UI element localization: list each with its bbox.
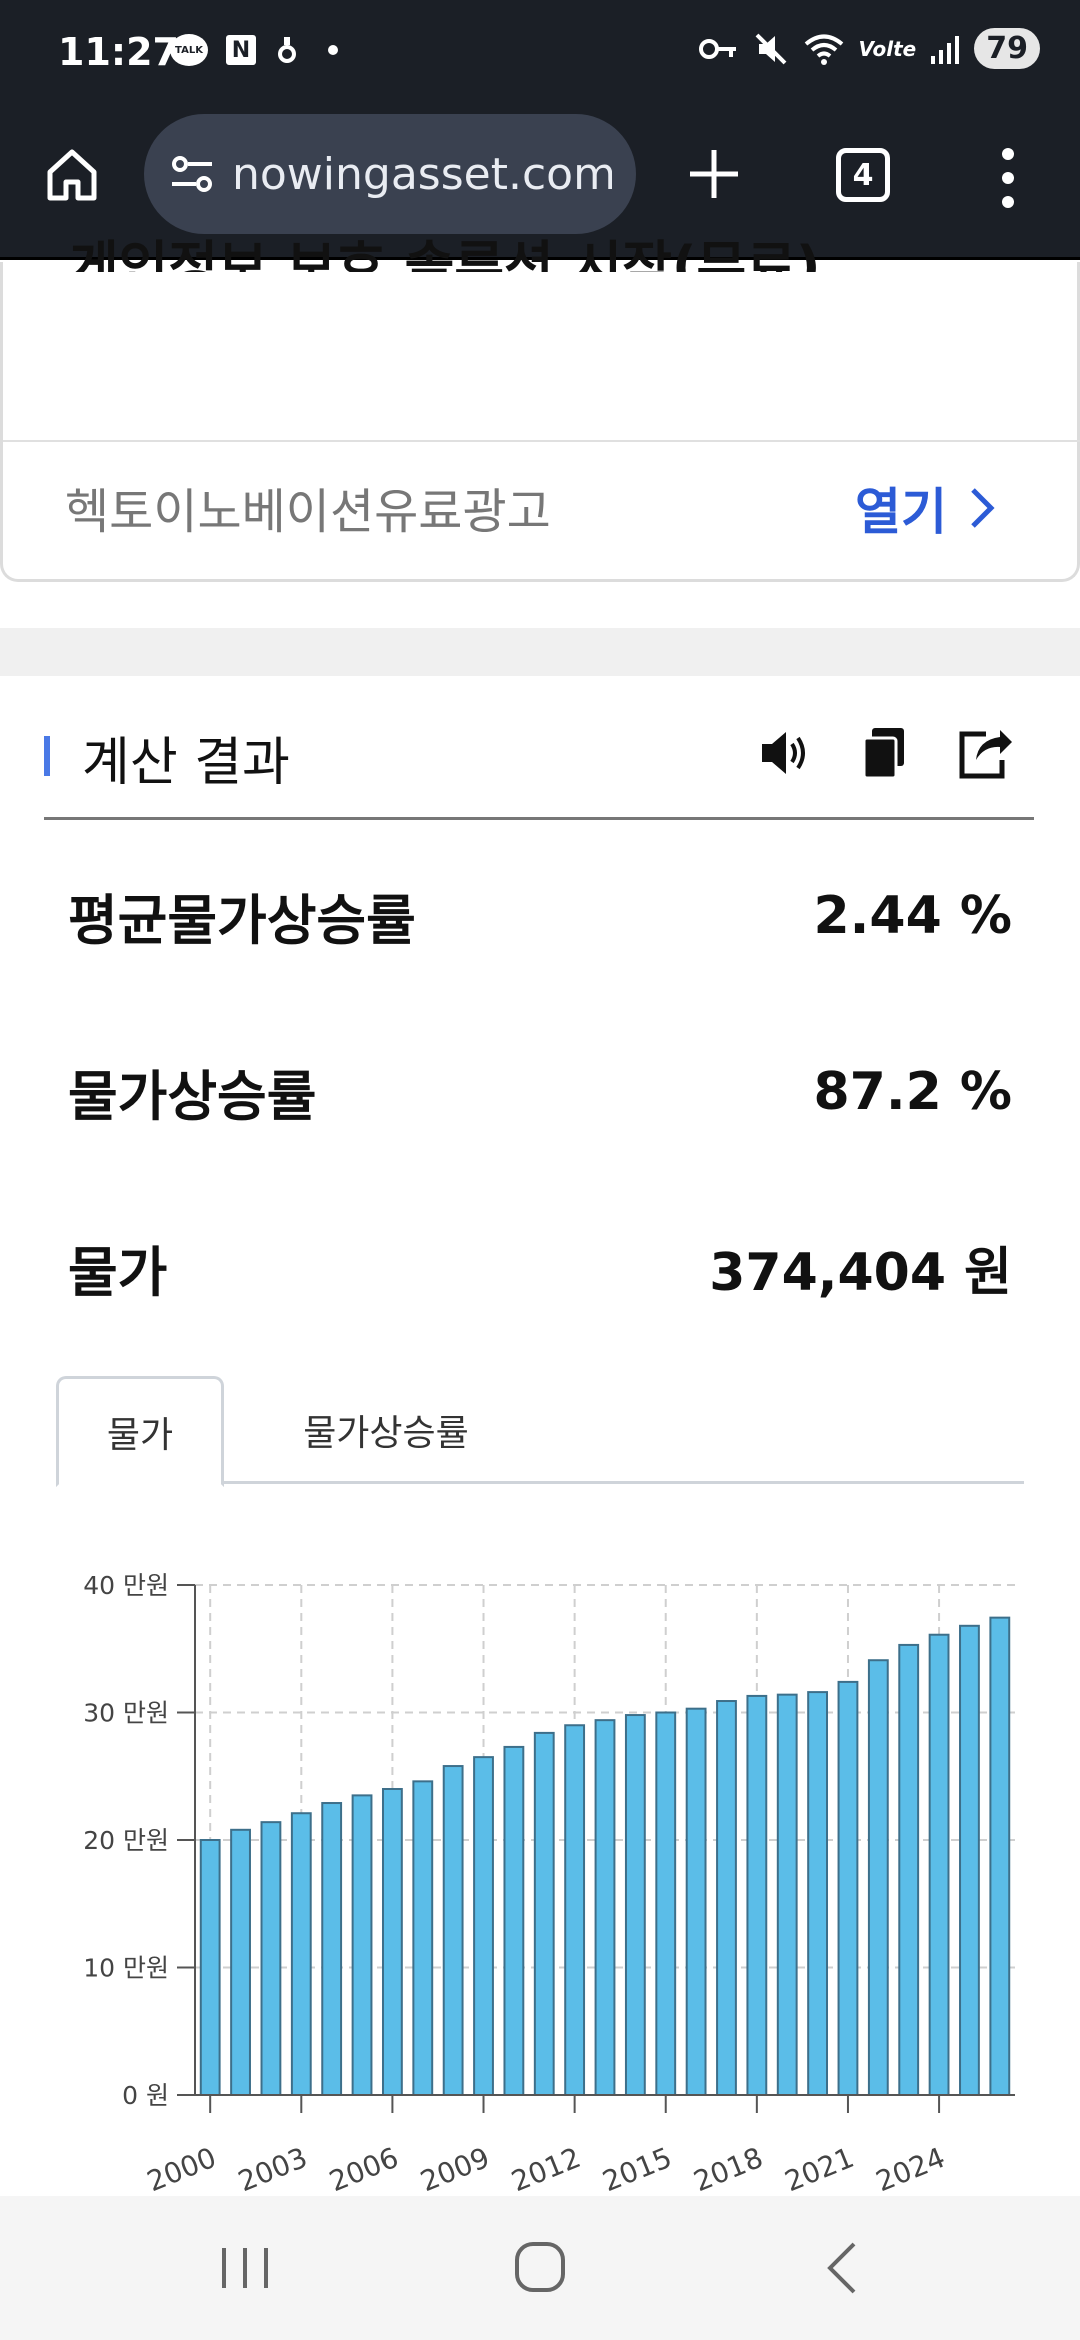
bar xyxy=(716,1700,737,2096)
x-tick-label: 2012 xyxy=(507,2141,585,2198)
ad-divider xyxy=(3,440,1080,442)
x-tick-label: 2006 xyxy=(325,2141,403,2198)
address-bar[interactable]: nowingasset.com xyxy=(144,114,636,234)
bar xyxy=(776,1693,798,2096)
x-tick-label: 2018 xyxy=(689,2141,767,2198)
bar xyxy=(199,1839,221,2096)
y-tick-label: 30 만원 xyxy=(83,1699,169,1728)
bar xyxy=(260,1821,282,2096)
app-notification-icon xyxy=(278,37,296,63)
bar xyxy=(230,1828,251,2096)
mute-icon xyxy=(755,33,786,64)
x-tick-label: 2000 xyxy=(142,2141,220,2198)
bar xyxy=(837,1680,859,2096)
recent-apps-icon[interactable] xyxy=(210,2238,280,2298)
clock: 11:27 xyxy=(58,30,179,74)
bar xyxy=(624,1714,646,2097)
y-tick-label: 40 만원 xyxy=(83,1571,169,1600)
bar xyxy=(442,1765,464,2097)
tab-inflation-rate[interactable]: 물가상승률 xyxy=(256,1376,516,1484)
y-tick-label: 10 만원 xyxy=(83,1954,169,1983)
new-tab-icon[interactable] xyxy=(686,146,742,202)
system-icons: Volte 79 xyxy=(698,28,1040,69)
bar xyxy=(412,1780,434,2096)
url-text: nowingasset.com xyxy=(232,148,612,200)
result-value: 374,404 원 xyxy=(709,1243,1012,1303)
key-icon xyxy=(698,38,736,59)
volte-icon: Volte xyxy=(858,36,917,61)
system-nav-bar xyxy=(0,2196,1080,2340)
result-row-price: 물가 374,404 원 xyxy=(68,1228,1012,1307)
chevron-right-icon xyxy=(971,488,995,528)
x-tick-label: 2021 xyxy=(780,2141,858,2198)
price-chart: 0 원 10 만원 20 만원 30 만원 40 만원 2000 2003 2006 2009 2… xyxy=(40,1540,1040,2200)
result-label: 물가상승률 xyxy=(68,1065,317,1128)
bar xyxy=(473,1756,494,2096)
section-separator xyxy=(0,628,1080,676)
bar xyxy=(533,1731,555,2096)
bar xyxy=(655,1711,677,2096)
speaker-icon[interactable] xyxy=(756,724,814,782)
kakaotalk-icon: TALK xyxy=(170,34,208,66)
accent-bar xyxy=(44,736,50,776)
wifi-icon xyxy=(804,34,843,65)
result-label: 평균물가상승률 xyxy=(68,889,416,952)
tab-price[interactable]: 물가 xyxy=(56,1376,224,1487)
ad-sponsor: 헥토이노베이션유료광고 xyxy=(65,484,551,540)
bar xyxy=(928,1633,950,2096)
bar xyxy=(351,1794,373,2096)
more-notifications-dot-icon xyxy=(328,45,338,55)
bar xyxy=(594,1719,616,2096)
result-label: 물가 xyxy=(68,1241,168,1304)
bar xyxy=(564,1724,586,2096)
bar xyxy=(381,1788,403,2096)
home-nav-icon[interactable] xyxy=(505,2238,575,2298)
share-icon[interactable] xyxy=(956,724,1014,782)
bar xyxy=(989,1616,1011,2097)
y-tick-label: 0 원 xyxy=(122,2081,169,2110)
results-actions xyxy=(756,724,1014,782)
bar xyxy=(746,1694,768,2097)
bar xyxy=(959,1624,980,2097)
status-bar: 11:27 TALK N Volte 79 xyxy=(0,0,1080,110)
x-tick-label: 2015 xyxy=(598,2141,676,2198)
naver-icon: N xyxy=(226,35,256,65)
back-icon[interactable] xyxy=(810,2238,880,2298)
chart-tab-bar: 물가 물가상승률 xyxy=(56,1376,1024,1487)
y-tick-label: 20 만원 xyxy=(83,1826,169,1855)
more-menu-icon[interactable] xyxy=(996,148,1020,208)
x-tick-label: 2009 xyxy=(416,2141,494,2198)
ad-open-label: 열기 xyxy=(855,483,947,541)
notification-icons: TALK N xyxy=(170,34,338,66)
bar xyxy=(898,1643,920,2097)
tab-switcher-button[interactable]: 4 xyxy=(836,148,890,202)
bar xyxy=(807,1691,829,2096)
bar xyxy=(290,1812,312,2096)
result-row-avg-inflation: 평균물가상승률 2.44 % xyxy=(68,876,1012,955)
ad-open-link[interactable]: 열기 xyxy=(855,472,997,544)
home-icon[interactable] xyxy=(42,144,102,204)
result-row-inflation: 물가상승률 87.2 % xyxy=(68,1052,1012,1131)
signal-icon xyxy=(931,35,960,64)
result-value: 2.44 % xyxy=(813,885,1012,946)
x-tick-label: 2024 xyxy=(871,2141,949,2198)
copy-icon[interactable] xyxy=(856,724,914,782)
bar xyxy=(503,1745,525,2097)
price-chart-svg: 0 원10 만원20 만원30 만원40 만원2000 2003 2006 2009 2… xyxy=(83,1571,1015,2198)
ad-title: 게인정보 보호 솔루션 시작(무료) xyxy=(69,235,821,272)
bar xyxy=(685,1707,707,2097)
bar xyxy=(867,1659,889,2096)
results-title: 계산 결과 xyxy=(82,733,290,793)
bar xyxy=(321,1802,343,2096)
results-header: 계산 결과 xyxy=(44,720,1034,820)
battery-indicator: 79 xyxy=(974,28,1040,69)
x-tick-label: 2003 xyxy=(233,2141,311,2198)
site-settings-icon[interactable] xyxy=(168,150,216,198)
result-value: 87.2 % xyxy=(813,1061,1012,1122)
ad-card[interactable]: 게인정보 보호 솔루션 시작(무료) 헥토이노베이션유료광고 열기 xyxy=(0,235,1080,582)
